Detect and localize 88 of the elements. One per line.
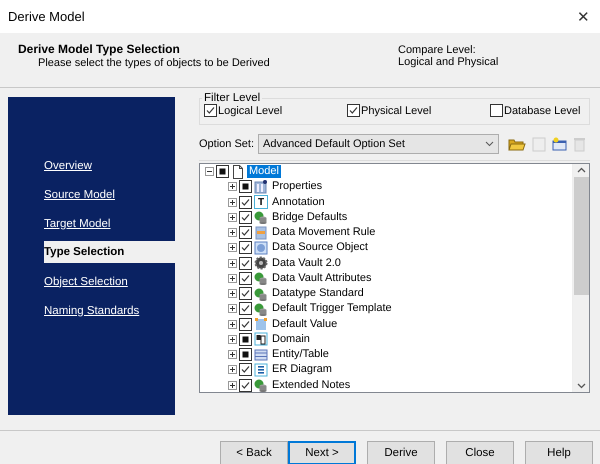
compare-value: Logical and Physical bbox=[398, 56, 498, 68]
chevron-down-icon bbox=[485, 141, 494, 147]
sidebar-link[interactable]: Type Selection bbox=[44, 241, 175, 263]
list-icon bbox=[254, 362, 268, 377]
tree-item[interactable]: Default Value bbox=[270, 318, 340, 331]
expand-icon[interactable] bbox=[228, 212, 237, 222]
option-set-dropdown[interactable]: Advanced Default Option Set bbox=[258, 134, 500, 154]
expand-icon[interactable] bbox=[228, 198, 237, 207]
globe-database-icon bbox=[254, 286, 268, 301]
tree-item[interactable]: Properties bbox=[270, 180, 324, 194]
tree-item[interactable]: Data Vault 2.0 bbox=[270, 256, 343, 270]
expand-icon[interactable] bbox=[228, 380, 237, 390]
checkbox[interactable] bbox=[216, 165, 229, 178]
expand-icon[interactable] bbox=[228, 243, 237, 252]
dialog-button[interactable]: Next > bbox=[288, 441, 356, 464]
globe-database-icon bbox=[254, 271, 268, 286]
sidebar-link[interactable]: Target Model bbox=[44, 209, 175, 238]
square-icon bbox=[254, 317, 268, 332]
checkbox[interactable] bbox=[239, 272, 252, 285]
globe-database-icon bbox=[254, 210, 268, 224]
tree-item[interactable]: Extended Notes bbox=[270, 378, 352, 392]
tree-item[interactable]: Entity/Table bbox=[270, 348, 331, 362]
group-label: Filter Level bbox=[203, 92, 262, 104]
checkbox[interactable] bbox=[239, 318, 252, 331]
checkbox[interactable] bbox=[347, 104, 360, 117]
checkbox[interactable] bbox=[239, 378, 252, 392]
expand-icon[interactable] bbox=[228, 350, 237, 360]
checkbox-label: Physical Level bbox=[361, 104, 432, 116]
globe-database-icon bbox=[254, 302, 268, 316]
dialog-button[interactable]: < Back bbox=[220, 441, 288, 464]
page-subtitle: Please select the types of objects to be Derived bbox=[37, 57, 271, 69]
tree-item[interactable]: Default Trigger Template bbox=[270, 302, 394, 316]
checkbox[interactable] bbox=[239, 196, 252, 209]
expand-icon[interactable] bbox=[228, 365, 237, 374]
tree-item[interactable]: Data Vault Attributes bbox=[270, 272, 374, 285]
compare-label: Compare Level: bbox=[398, 44, 477, 56]
checkbox[interactable] bbox=[239, 363, 252, 376]
expand-icon[interactable] bbox=[228, 334, 237, 344]
dialog-button[interactable]: Help bbox=[525, 441, 593, 464]
scrollbar-thumb[interactable] bbox=[574, 177, 588, 295]
new-window-icon[interactable] bbox=[552, 137, 568, 151]
expand-icon[interactable] bbox=[228, 182, 237, 192]
expand-icon[interactable] bbox=[228, 289, 237, 298]
close-button[interactable]: ✕ bbox=[577, 8, 590, 26]
expand-icon[interactable] bbox=[228, 258, 237, 268]
checkbox[interactable] bbox=[239, 226, 252, 240]
window-title: Derive Model bbox=[8, 9, 85, 24]
tree-item[interactable]: Model bbox=[247, 165, 281, 178]
form-icon bbox=[254, 226, 268, 240]
frame-icon bbox=[254, 240, 268, 255]
sidebar-link[interactable]: Object Selection bbox=[44, 267, 175, 296]
tree-item[interactable]: Data Movement Rule bbox=[270, 226, 378, 240]
expand-icon[interactable] bbox=[228, 320, 237, 329]
text-icon: T bbox=[254, 195, 268, 210]
tree-item[interactable]: Data Source Object bbox=[270, 241, 370, 254]
checkbox-label: Logical Level bbox=[218, 104, 282, 116]
expand-icon[interactable] bbox=[228, 274, 237, 283]
dialog-button[interactable]: Derive bbox=[367, 441, 435, 464]
checkbox[interactable] bbox=[239, 302, 252, 316]
tree-item[interactable]: Datatype Standard bbox=[270, 287, 366, 300]
checkbox[interactable] bbox=[239, 180, 252, 194]
checkbox[interactable] bbox=[239, 241, 252, 254]
table-icon bbox=[254, 348, 268, 362]
checkbox[interactable] bbox=[239, 256, 252, 270]
tree-item[interactable]: Domain bbox=[270, 332, 312, 346]
dialog-button[interactable]: Close bbox=[446, 441, 514, 464]
tree-item[interactable]: Bridge Defaults bbox=[270, 210, 350, 224]
checkbox-label: Database Level bbox=[504, 104, 580, 116]
collapse-icon[interactable] bbox=[205, 167, 214, 176]
expand-icon[interactable] bbox=[228, 228, 237, 238]
checkbox[interactable] bbox=[204, 104, 217, 117]
sidebar-link[interactable]: Overview bbox=[44, 151, 175, 180]
tree-item[interactable]: Annotation bbox=[270, 196, 327, 209]
checkbox[interactable] bbox=[239, 332, 252, 346]
properties-icon bbox=[254, 180, 268, 194]
sidebar-link[interactable]: Naming Standards bbox=[44, 296, 175, 325]
checkbox[interactable] bbox=[239, 287, 252, 300]
folder-icon[interactable] bbox=[508, 137, 526, 151]
expand-icon[interactable] bbox=[228, 304, 237, 314]
gear-icon bbox=[254, 256, 268, 270]
checkbox[interactable] bbox=[490, 104, 503, 117]
option-set-label: Option Set: bbox=[199, 138, 254, 150]
page-title: Derive Model Type Selection bbox=[18, 42, 181, 56]
sidebar-link[interactable]: Source Model bbox=[44, 180, 175, 209]
cards-icon bbox=[254, 332, 268, 346]
checkbox[interactable] bbox=[239, 348, 252, 362]
tree-item[interactable]: ER Diagram bbox=[270, 363, 334, 376]
checkbox[interactable] bbox=[239, 210, 252, 224]
